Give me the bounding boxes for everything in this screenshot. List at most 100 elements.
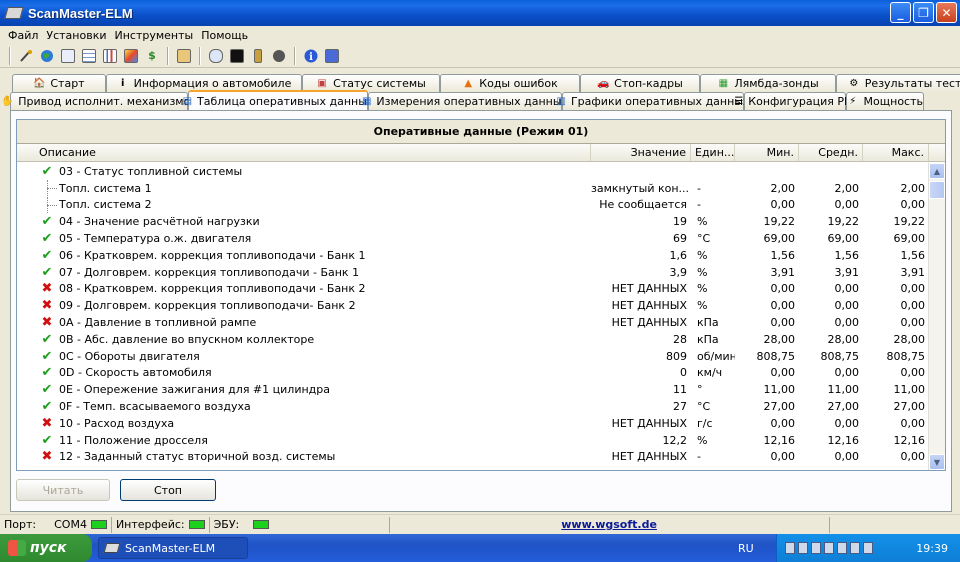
book-icon[interactable] — [323, 47, 341, 65]
stop-button[interactable]: Стоп — [120, 479, 216, 501]
tab-start[interactable]: 🏠 Старт — [12, 74, 106, 92]
table-row[interactable]: ✔ 0F - Темп. всасываемого воздуха 27 °C 27,0… — [17, 398, 929, 415]
cell-unit: °C — [697, 400, 711, 414]
graph-icon[interactable] — [122, 47, 140, 65]
close-button[interactable]: ✕ — [936, 2, 957, 23]
menu-file[interactable]: Файл — [4, 29, 42, 42]
dollar-icon[interactable]: $ — [143, 47, 161, 65]
chart-icon[interactable] — [101, 47, 119, 65]
scroll-thumb[interactable] — [929, 181, 945, 199]
taskbar-item-scanmaster[interactable]: ScanMaster-ELM — [98, 537, 248, 559]
table-row[interactable]: ✖ 08 - Кратковрем. коррекция топливоподач… — [17, 281, 929, 298]
svg-text:i: i — [309, 52, 313, 63]
table-row[interactable]: ✔ 06 - Кратковрем. коррекция топливоподач… — [17, 247, 929, 264]
table-row[interactable]: Топл. система 2 Не сообщается - 0,00 0,00 0,0… — [17, 196, 929, 214]
tab-live-data-meters[interactable]: ▦ Измерения оперативных данных — [362, 92, 568, 110]
tab-power[interactable]: ⚡ Мощность — [846, 92, 924, 110]
menu-help[interactable]: Помощь — [197, 29, 252, 42]
plug-icon[interactable] — [249, 47, 267, 65]
table-row[interactable]: Топл. система 1 замкнутый кон... - 2,00 2,00… — [17, 180, 929, 197]
table-row[interactable]: ✔ 05 - Температура о.ж. двигателя 69 °C 69,0… — [17, 230, 929, 247]
comment-icon[interactable] — [207, 47, 225, 65]
tab-live-data-charts[interactable]: ▥ Графики оперативных данных — [557, 92, 750, 110]
cell-value: 3,9 — [669, 265, 688, 279]
menu-bar: Файл Установки Инструменты Помощь — [0, 26, 960, 44]
table-row[interactable]: ✖ 10 - Расход воздуха НЕТ ДАННЫХ г/с 0,00 0,0… — [17, 415, 929, 432]
scroll-down-button[interactable]: ▼ — [929, 454, 945, 470]
header-max[interactable]: Макс. — [863, 144, 929, 161]
row-label: 03 - Статус топливной системы — [59, 164, 243, 178]
table-icon[interactable] — [80, 47, 98, 65]
menu-settings[interactable]: Установки — [42, 29, 110, 42]
cell-avg: 3,91 — [834, 265, 860, 279]
cell-unit: °C — [697, 232, 711, 246]
tab-actuators[interactable]: ✋ Привод исполнит. механизмов — [1, 92, 197, 110]
start-button[interactable]: пуск — [0, 534, 92, 562]
cell-min: 12,16 — [763, 433, 796, 447]
table-row[interactable]: ✖ 0A - Давление в топливной рампе НЕТ ДАНН… — [17, 314, 929, 331]
info-icon[interactable]: i — [302, 47, 320, 65]
status-bar: Порт: COM4 Интерфейс: ЭБУ: www.wgsoft.de — [0, 514, 960, 534]
tab-error-codes[interactable]: ▲ Коды ошибок — [440, 74, 580, 92]
header-avg[interactable]: Средн. — [799, 144, 863, 161]
table-row[interactable]: ✔ 0C - Обороты двигателя 809 об/мин 808,75 80… — [17, 348, 929, 365]
record-icon[interactable] — [270, 47, 288, 65]
table-row[interactable]: ✖ 12 - Заданный статус вторичной возд. си… — [17, 449, 929, 466]
connect-icon[interactable] — [17, 47, 35, 65]
row-label: 0B - Абс. давление во впускном коллектор… — [59, 332, 315, 346]
table-row[interactable]: ✔ 07 - Долговрем. коррекция топливоподачи… — [17, 264, 929, 281]
grid-rows: ✔ 03 - Статус топливной системы Топл. сист… — [17, 163, 929, 465]
read-button[interactable]: Читать — [16, 479, 110, 501]
language-indicator[interactable]: RU — [738, 542, 754, 555]
cell-description: ✔ 0E - Опережение зажигания для #1 цилинд… — [17, 383, 591, 397]
table-row[interactable]: ✔ 03 - Статус топливной системы — [17, 163, 929, 180]
monitor-icon[interactable] — [837, 542, 847, 554]
header-min[interactable]: Мин. — [735, 144, 799, 161]
globe-icon[interactable] — [38, 47, 56, 65]
toolbar-separator — [294, 46, 296, 65]
table-row[interactable]: ✔ 0B - Абс. давление во впускном коллекто… — [17, 331, 929, 348]
security-icon[interactable] — [863, 542, 873, 554]
maximize-button[interactable]: ❐ — [913, 2, 934, 23]
tab-live-data-table[interactable]: ▤ Таблица оперативных данных — [183, 90, 373, 110]
cell-avg: 0,00 — [834, 282, 860, 296]
cell-min: 11,00 — [763, 383, 796, 397]
tab-freeze-frames[interactable]: 🚗 Стоп-кадры — [580, 74, 700, 92]
cell-min: 27,00 — [763, 400, 796, 414]
network-icon[interactable] — [811, 542, 821, 554]
scroll-up-button[interactable]: ▲ — [929, 163, 945, 179]
vertical-scrollbar[interactable]: ▲ ▼ — [928, 163, 945, 470]
network-icon[interactable] — [785, 542, 795, 554]
header-description[interactable]: Описание — [17, 144, 591, 161]
network-icon[interactable] — [798, 542, 808, 554]
cell-min: 0,00 — [770, 282, 796, 296]
minimize-button[interactable]: _ — [890, 2, 911, 23]
title-bar[interactable]: ScanMaster-ELM _ ❐ ✕ — [0, 0, 960, 26]
cell-unit: - — [697, 450, 701, 464]
header-value[interactable]: Значение — [591, 144, 691, 161]
row-label: 0F - Темп. всасываемого воздуха — [59, 400, 251, 414]
header-unit[interactable]: Един... — [691, 144, 735, 161]
document-icon[interactable] — [59, 47, 77, 65]
row-label: 09 - Долговрем. коррекция топливоподачи-… — [59, 299, 356, 313]
checkmark-icon: ✔ — [41, 349, 53, 364]
freeze-icon: 🚗 — [596, 78, 610, 89]
table-row[interactable]: ✖ 09 - Долговрем. коррекция топливоподачи… — [17, 297, 929, 314]
cell-value: 27 — [673, 400, 687, 414]
table-row[interactable]: ✔ 0D - Скорость автомобиля 0 км/ч 0,00 0,00 0,… — [17, 365, 929, 382]
tab-pid-config[interactable]: ☰ Конфигурация PID — [734, 92, 856, 110]
clipboard-icon[interactable] — [175, 47, 193, 65]
table-row[interactable]: ✔ 11 - Положение дросселя 12,2% 12,16 12,16 1… — [17, 432, 929, 449]
terminal-icon[interactable] — [228, 47, 246, 65]
row-label: 0A - Давление в топливной рампе — [59, 316, 257, 330]
table-row[interactable]: ✔ 04 - Значение расчётной нагрузки 19% 19,2… — [17, 213, 929, 230]
tab-test-results[interactable]: ⚙ Результаты теста — [836, 74, 960, 92]
battery-icon[interactable] — [824, 542, 834, 554]
bluetooth-icon[interactable] — [850, 542, 860, 554]
menu-tools[interactable]: Инструменты — [111, 29, 198, 42]
cell-description: ✔ 06 - Кратковрем. коррекция топливоподач… — [17, 248, 591, 262]
table-row[interactable]: ✔ 0E - Опережение зажигания для #1 цилинд… — [17, 381, 929, 398]
website-link[interactable]: www.wgsoft.de — [561, 518, 657, 531]
tree-connector — [21, 180, 59, 197]
tab-lambda-sensors[interactable]: ▦ Лямбда-зонды — [700, 74, 836, 92]
